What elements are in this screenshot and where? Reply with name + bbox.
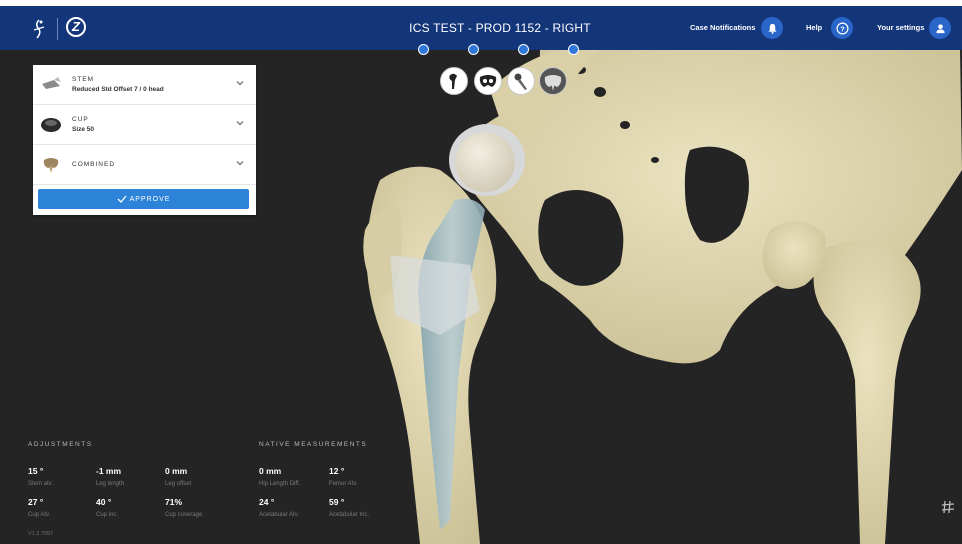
combined-view-icon[interactable] [539,67,567,95]
sacral-hole [594,87,606,97]
app-header: Z ICS TEST - PROD 1152 - RIGHT Case Noti… [0,6,962,50]
grid-icon[interactable] [941,500,955,514]
hip-length-diff-value: 0 mm [259,466,282,476]
cup-thumbnail-icon [41,118,61,132]
native-measurements-heading: NATIVE MEASUREMENTS [259,441,368,448]
svg-text:?: ? [840,24,845,33]
stem-detail: Reduced Std Offset 7 / 0 head [72,86,164,93]
sacral-hole [620,121,630,129]
help-link[interactable]: Help [806,6,822,50]
acetabular-atv-value: 24 ° [259,497,275,507]
implant-view-icon[interactable] [507,67,535,95]
left-femur [813,241,921,544]
cup-atv-value: 27 ° [28,497,44,507]
settings-icon[interactable] [418,44,429,55]
surgeon-logo-icon [33,19,45,39]
cup-coverage-label: Cup coverage [165,512,203,518]
cup-inc-value: 40 ° [96,497,112,507]
approve-label: APPROVE [129,195,171,203]
cup-label: CUP [72,116,89,123]
combined-thumbnail-icon [43,158,59,173]
cup-coverage-value: 71% [165,497,183,507]
case-title: ICS TEST - PROD 1152 - RIGHT [409,21,591,35]
acetabular-inc-label: Acetabular Inc. [329,512,370,518]
header-divider [57,18,58,40]
stem-thumbnail-icon [42,77,61,89]
hip-length-diff-label: Hip Length Diff. [259,481,301,487]
femur-view-icon[interactable] [440,67,468,95]
case-notifications-link[interactable]: Case Notifications [690,6,755,50]
adjustments-heading: ADJUSTMENTS [28,441,93,448]
pelvis-view-icon[interactable] [474,67,502,95]
combined-label: COMBINED [72,161,116,168]
bell-icon[interactable] [761,17,783,39]
leg-offset-label: Leg offset [165,481,192,487]
femur-atv-label: Femur Atv. [329,481,358,487]
settings-link[interactable]: Your settings [877,6,924,50]
view-icon[interactable] [518,44,529,55]
cup-inc-label: Cup inc. [96,512,119,518]
stem-atv-value: 15 ° [28,466,44,476]
cup-atv-label: Cup Atv. [28,512,51,518]
camera-icon[interactable] [468,44,479,55]
chevron-down-icon[interactable] [236,159,244,167]
implant-panel: STEM Reduced Std Offset 7 / 0 head CUP S… [33,65,256,215]
leg-length-label: Leg length [96,481,125,487]
approve-button[interactable]: APPROVE [38,189,249,209]
zimmer-logo-icon: Z [66,17,86,37]
stem-atv-label: Stem atv. [28,481,53,487]
help-icon[interactable]: ? [831,17,853,39]
acetabular-atv-label: Acetabular Atv. [259,512,299,518]
stem-row[interactable]: STEM Reduced Std Offset 7 / 0 head [33,65,256,105]
chevron-down-icon[interactable] [236,119,244,127]
cup-detail: Size 50 [72,126,95,133]
version-label: V1.2.7997 [28,531,54,537]
cup-row[interactable]: CUP Size 50 [33,105,256,145]
stem-label: STEM [72,76,95,83]
chevron-down-icon[interactable] [236,79,244,87]
user-icon[interactable] [929,17,951,39]
leg-length-value: -1 mm [96,466,122,476]
acetabular-inc-value: 59 ° [329,497,345,507]
check-icon [117,195,127,203]
report-icon[interactable] [568,44,579,55]
combined-row[interactable]: COMBINED [33,145,256,185]
sacral-hole [651,157,659,163]
leg-offset-value: 0 mm [165,466,188,476]
femoral-head [455,132,515,192]
femur-atv-value: 12 ° [329,466,345,476]
